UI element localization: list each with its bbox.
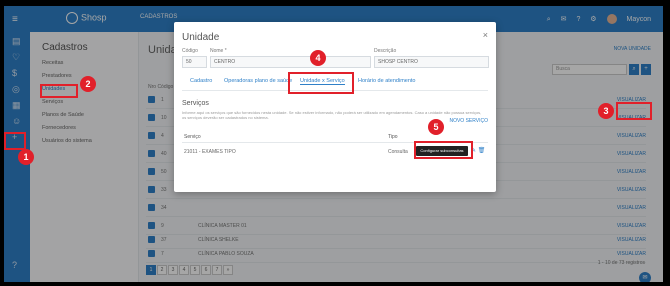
delete-icon[interactable]: 🗑: [478, 148, 486, 154]
unit-modal: Unidade × Código 50 Nome * CENTRO Descri…: [174, 22, 496, 192]
code-label: Código: [182, 48, 198, 54]
highlight-box: [4, 132, 26, 150]
callout-badge: 1: [18, 149, 34, 165]
row-actions: ✎ 🗑: [471, 147, 485, 154]
callout-badge: 3: [598, 103, 614, 119]
close-icon[interactable]: ×: [483, 30, 488, 40]
new-service-link[interactable]: NOVO SERVIÇO: [449, 118, 488, 124]
callout-badge: 2: [80, 76, 96, 92]
section-title: Serviços: [182, 100, 209, 107]
highlight-box: [288, 72, 354, 94]
highlight-box: [616, 102, 652, 120]
col-type: Tipo: [388, 134, 398, 140]
desc-label: Descrição: [374, 48, 397, 54]
code-field[interactable]: 50: [182, 56, 207, 68]
tab-cadastro[interactable]: Cadastro: [190, 78, 212, 84]
app-frame: Shosp CADASTROS ⌕ ✉ ? ⚙ Maycon ≡ ▤ ♡ $ ◎…: [4, 6, 663, 282]
col-service: Serviço: [184, 134, 201, 140]
highlight-box: [414, 141, 473, 159]
modal-title: Unidade: [182, 32, 220, 43]
name-label: Nome *: [210, 48, 227, 54]
service-name: 21011 - EXAMES TIPO: [184, 149, 236, 155]
highlight-box: [40, 84, 78, 98]
callout-badge: 5: [428, 119, 444, 135]
service-type: Consulta: [388, 149, 408, 155]
callout-badge: 4: [310, 50, 326, 66]
name-field[interactable]: CENTRO: [210, 56, 371, 68]
tab-horario[interactable]: Horário de atendimento: [358, 78, 415, 84]
tab-operadoras[interactable]: Operadoras plano de saúde: [224, 78, 292, 84]
desc-field[interactable]: SHOSP CENTRO: [374, 56, 489, 68]
